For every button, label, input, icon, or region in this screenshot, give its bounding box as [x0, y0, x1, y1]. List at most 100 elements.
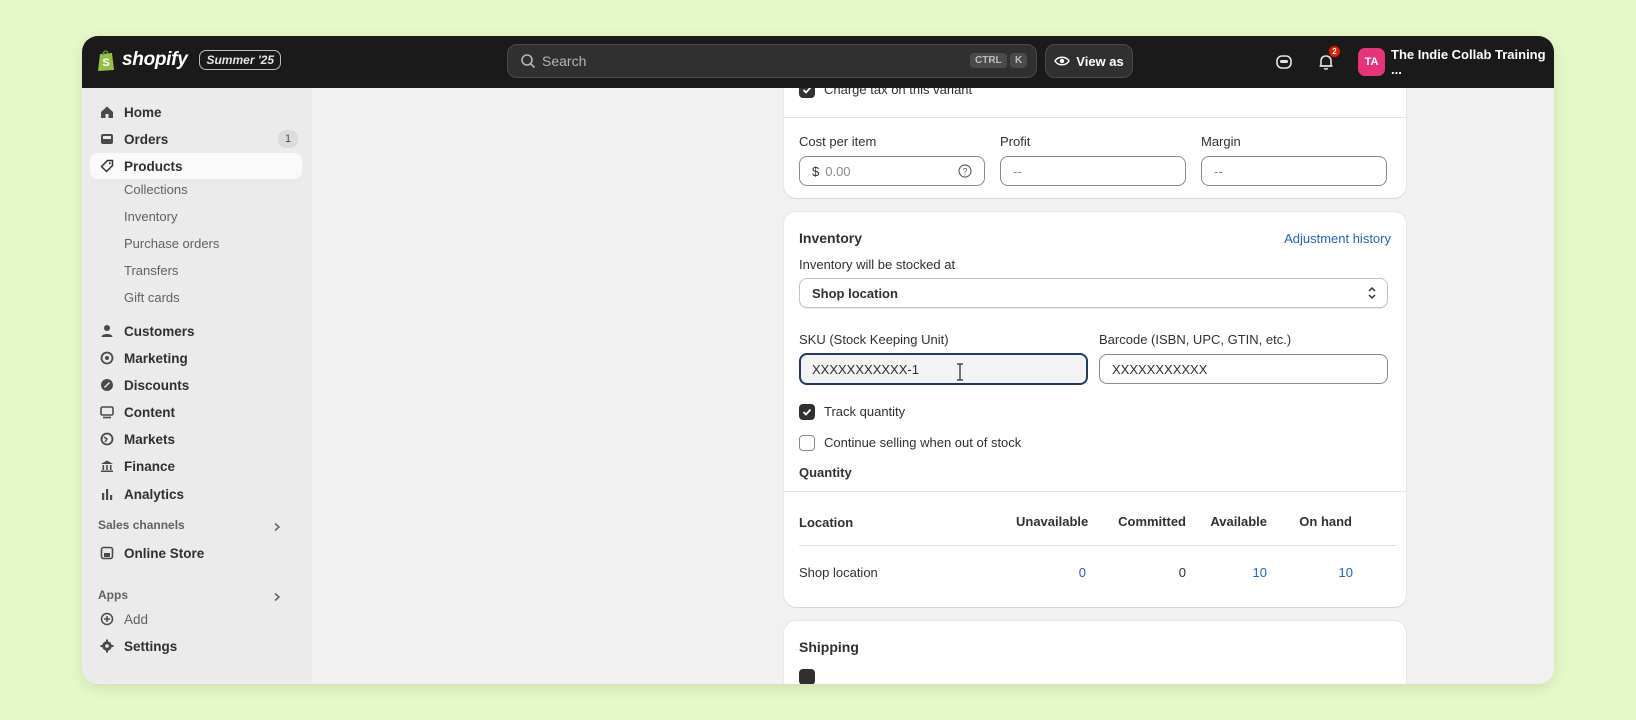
kbd-k: K — [1010, 53, 1028, 68]
home-icon — [98, 103, 116, 121]
checkmark-icon — [802, 88, 812, 94]
sidebar-item-analytics[interactable]: Analytics — [90, 481, 302, 507]
charge-tax-label: Charge tax on this variant — [824, 88, 973, 97]
view-as-button[interactable]: View as — [1045, 44, 1133, 78]
row-unavailable[interactable]: 0 — [1026, 565, 1086, 580]
chevron-right-icon[interactable] — [272, 592, 282, 602]
plus-circle-icon — [98, 610, 116, 628]
sidebar-item-content[interactable]: Content — [90, 399, 302, 425]
shopify-logo[interactable]: S shopify Summer '25 — [96, 48, 282, 72]
row-available[interactable]: 10 — [1207, 565, 1267, 580]
row-on-hand[interactable]: 10 — [1293, 565, 1353, 580]
sidebar-item-markets[interactable]: Markets — [90, 426, 302, 452]
sidebar-item-label: Marketing — [124, 350, 188, 366]
inventory-card: Inventory Adjustment history Inventory w… — [784, 212, 1406, 607]
sidebar: Home Orders 1 Products Collections Inven… — [82, 88, 312, 684]
barcode-input[interactable]: XXXXXXXXXXX — [1099, 354, 1388, 384]
view-as-label: View as — [1076, 53, 1124, 69]
avatar: TA — [1358, 48, 1385, 76]
chevron-right-icon[interactable] — [272, 522, 282, 532]
eye-icon — [1054, 56, 1071, 66]
sidebar-item-home[interactable]: Home — [90, 99, 302, 125]
divider — [784, 491, 1406, 492]
bar-chart-icon — [98, 485, 116, 503]
sales-channels-heading[interactable]: Sales channels — [98, 518, 185, 532]
sidebar-subitem-inventory[interactable]: Inventory — [124, 209, 177, 224]
track-quantity-checkbox[interactable] — [799, 404, 815, 420]
sidekick-button[interactable] — [1272, 50, 1296, 74]
location-select[interactable]: Shop location — [799, 278, 1388, 308]
sidebar-item-label: Home — [124, 104, 162, 120]
profit-label: Profit — [1000, 134, 1031, 149]
brand-name: shopify — [122, 49, 188, 70]
apps-heading[interactable]: Apps — [98, 588, 128, 602]
gear-icon — [98, 637, 116, 655]
help-icon[interactable]: ? — [958, 164, 972, 178]
search-placeholder: Search — [542, 53, 587, 69]
adjustment-history-link[interactable]: Adjustment history — [1284, 231, 1391, 246]
person-icon — [98, 322, 116, 340]
store-menu[interactable]: TA The Indie Collab Training ... — [1358, 47, 1554, 77]
store-name: The Indie Collab Training ... — [1391, 47, 1546, 77]
table-header-committed: Committed — [1118, 514, 1186, 529]
barcode-label: Barcode (ISBN, UPC, GTIN, etc.) — [1099, 332, 1292, 347]
notification-count: 2 — [1329, 46, 1340, 57]
tag-icon — [98, 157, 116, 175]
inventory-title: Inventory — [799, 230, 863, 246]
physical-product-checkbox[interactable] — [799, 669, 815, 684]
sidebar-subitem-collections[interactable]: Collections — [124, 182, 188, 197]
sidebar-item-label: Analytics — [124, 486, 185, 502]
margin-field: -- — [1201, 156, 1387, 186]
cost-per-item-input[interactable]: $ 0.00 ? — [799, 156, 985, 186]
sidebar-item-settings[interactable]: Settings — [90, 633, 302, 659]
sidebar-item-label: Orders — [124, 131, 169, 147]
sidebar-item-customers[interactable]: Customers — [90, 318, 302, 344]
notifications-button[interactable]: 2 — [1314, 46, 1340, 74]
divider — [799, 545, 1397, 546]
sidekick-icon — [1276, 55, 1292, 69]
store-icon — [98, 544, 116, 562]
continue-selling-checkbox[interactable] — [799, 435, 815, 451]
sidebar-subitem-purchase-orders[interactable]: Purchase orders — [124, 236, 219, 251]
profit-value: -- — [1013, 163, 1022, 179]
shipping-card: Shipping — [784, 621, 1406, 684]
sidebar-item-marketing[interactable]: Marketing — [90, 345, 302, 371]
edition-badge[interactable]: Summer '25 — [199, 50, 282, 70]
row-location: Shop location — [799, 565, 878, 580]
table-header-unavailable: Unavailable — [1016, 514, 1089, 529]
target-icon — [98, 349, 116, 367]
quantity-title: Quantity — [799, 465, 852, 480]
profit-field: -- — [1000, 156, 1186, 186]
sku-input[interactable]: XXXXXXXXXXX-1 — [799, 353, 1088, 385]
sidebar-item-discounts[interactable]: Discounts — [90, 372, 302, 398]
sidebar-item-label: Markets — [124, 431, 176, 447]
inbox-icon — [98, 130, 116, 148]
track-quantity-label: Track quantity — [824, 404, 906, 419]
shopify-bag-icon: S — [98, 50, 114, 71]
search-input[interactable]: Search CTRL K — [507, 44, 1037, 78]
orders-count-badge: 1 — [278, 130, 298, 148]
content-icon — [98, 403, 116, 421]
stocked-at-label: Inventory will be stocked at — [799, 257, 956, 272]
sidebar-item-label: Finance — [124, 458, 176, 474]
sidebar-item-label: Online Store — [124, 545, 205, 561]
sidebar-item-online-store[interactable]: Online Store — [90, 540, 302, 566]
sidebar-item-label: Customers — [124, 323, 195, 339]
sidebar-item-products[interactable]: Products — [90, 153, 302, 179]
svg-text:?: ? — [962, 167, 967, 177]
svg-text:S: S — [102, 57, 109, 69]
sidebar-item-finance[interactable]: Finance — [90, 453, 302, 479]
continue-selling-label: Continue selling when out of stock — [824, 435, 1022, 450]
location-select-value: Shop location — [812, 285, 898, 301]
charge-tax-checkbox[interactable] — [799, 88, 815, 98]
table-header-available: Available — [1210, 514, 1267, 529]
sidebar-subitem-transfers[interactable]: Transfers — [124, 263, 178, 278]
sidebar-subitem-gift-cards[interactable]: Gift cards — [124, 290, 180, 305]
sidebar-item-orders[interactable]: Orders 1 — [90, 126, 302, 152]
sidebar-item-label: Content — [124, 404, 175, 420]
kbd-ctrl: CTRL — [970, 53, 1007, 68]
shipping-title: Shipping — [799, 639, 859, 655]
sidebar-item-add[interactable]: Add — [90, 606, 302, 632]
sku-label: SKU (Stock Keeping Unit) — [799, 332, 949, 347]
currency-prefix: $ — [812, 163, 820, 179]
